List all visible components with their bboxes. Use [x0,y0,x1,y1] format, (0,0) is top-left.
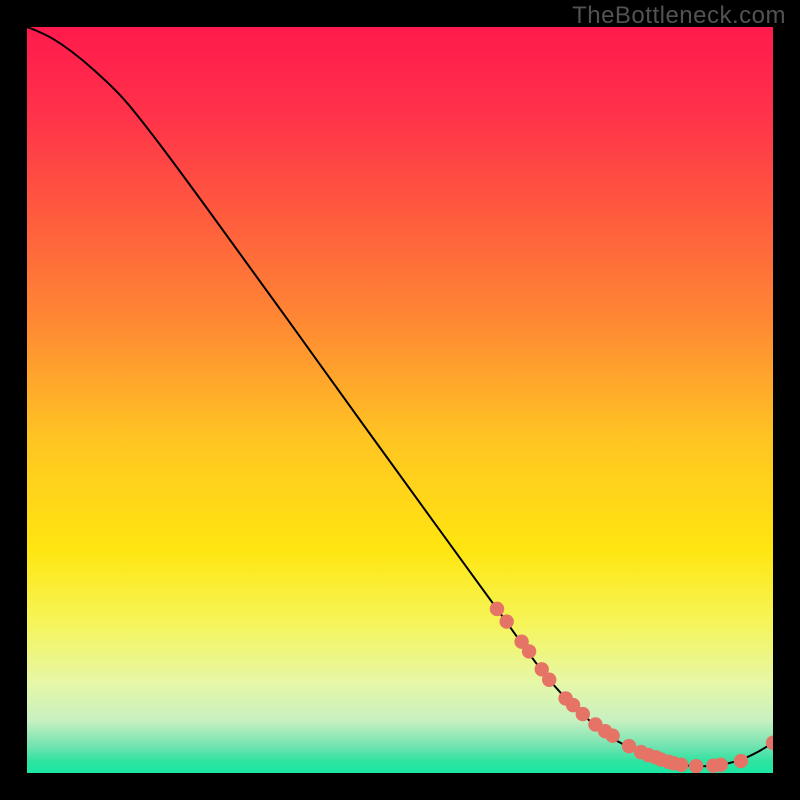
chart-stage: TheBottleneck.com [0,0,800,800]
data-marker [689,759,703,773]
data-marker [576,707,590,721]
data-marker [522,644,536,658]
chart-svg [27,27,773,773]
data-marker [734,754,748,768]
data-marker [542,673,556,687]
data-marker [714,758,728,772]
watermark-text: TheBottleneck.com [572,2,786,30]
data-marker [605,729,619,743]
data-marker [490,602,504,616]
data-marker [674,758,688,772]
gradient-background [27,27,773,773]
plot-area [27,27,773,773]
data-marker [499,614,513,628]
